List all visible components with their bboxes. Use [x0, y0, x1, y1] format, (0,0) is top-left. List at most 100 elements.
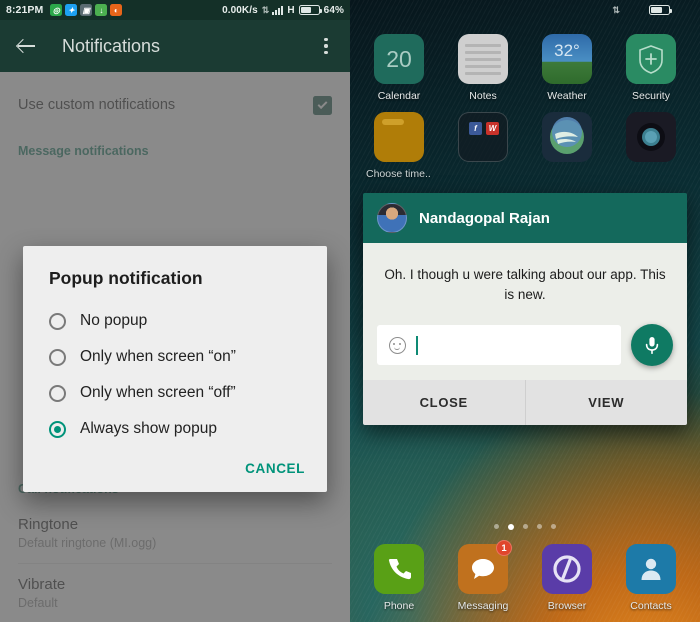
weather-icon: 32° — [542, 34, 592, 84]
dock-contacts[interactable]: Contacts — [612, 544, 690, 612]
avatar — [377, 203, 407, 233]
settings-content: Use custom notifications Message notific… — [0, 72, 350, 622]
radio-always-show[interactable] — [49, 420, 66, 438]
dock-browser[interactable]: Browser — [528, 544, 606, 612]
app-weather[interactable]: 32° Weather — [528, 34, 606, 102]
app-notes[interactable]: Notes — [444, 34, 522, 102]
popup-body: Oh. I though u were talking about our ap… — [363, 243, 687, 321]
speech-bubble-glyph — [472, 559, 494, 579]
status-time: 8:21PM — [6, 4, 44, 16]
option-no-popup[interactable]: No popup — [23, 303, 327, 339]
browser-swirl-glyph — [553, 555, 581, 583]
text-caret — [416, 335, 418, 355]
phone-icon — [374, 544, 424, 594]
data-transfer-icon: ⇅ — [612, 4, 619, 15]
page-title: Notifications — [62, 35, 161, 56]
person-glyph — [641, 558, 661, 580]
more-options-icon[interactable] — [316, 37, 336, 55]
option-screen-off-label: Only when screen “off” — [80, 384, 236, 401]
dock-phone[interactable]: Phone — [360, 544, 438, 612]
option-screen-on[interactable]: Only when screen “on” — [23, 339, 327, 375]
download-icon: ↓ — [95, 4, 108, 16]
radio-no-popup[interactable] — [49, 312, 66, 330]
option-always-show[interactable]: Always show popup — [23, 411, 327, 447]
app-label: Calendar — [377, 90, 421, 102]
contacts-icon — [626, 544, 676, 594]
dock-label: Browser — [547, 600, 587, 612]
message-text: Oh. I though u were talking about our ap… — [384, 267, 666, 302]
status-right-group: 0.00K/s ⇅ H 64% — [222, 5, 344, 16]
notes-icon — [458, 34, 508, 84]
dock-icon-wrap — [374, 544, 424, 594]
dialog-title: Popup notification — [49, 268, 203, 288]
folder-icon — [374, 112, 424, 162]
data-rate-label: 0.00K/s — [222, 4, 258, 16]
app-camera[interactable] — [612, 112, 690, 162]
popup-reply-row — [363, 320, 687, 381]
home-dock: Phone 1 Messaging Browser Contacts — [350, 530, 700, 622]
dialog-actions: CANCEL — [23, 447, 327, 486]
app-calendar[interactable]: 20 Calendar — [360, 34, 438, 102]
facebook-icon: f — [469, 122, 482, 135]
whatsapp-icon: ◎ — [50, 4, 63, 16]
app-security[interactable]: Security — [612, 34, 690, 102]
dock-icon-wrap — [542, 544, 592, 594]
social-folder-icon: f W — [458, 112, 508, 162]
popup-header: Nandagopal Rajan — [363, 193, 687, 243]
status-notification-icons: ◎ ✦ ▣ ↓ ◐ — [50, 4, 123, 16]
camera-lens-glyph — [637, 123, 665, 151]
calendar-date-label: 20 — [386, 45, 412, 72]
option-always-show-label: Always show popup — [80, 420, 217, 437]
dock-messaging[interactable]: 1 Messaging — [444, 540, 522, 612]
option-no-popup-label: No popup — [80, 312, 148, 329]
app-social-folder[interactable]: f W — [444, 112, 522, 162]
right-phone-screen: 8:17PM ◎ ✦ ✆ ▣ ↓ ◐ 0.00K/s ⇅ E 65% — [350, 0, 700, 622]
left-phone-screen: 8:21PM ◎ ✦ ▣ ↓ ◐ 0.00K/s ⇅ H 64% Notific… — [0, 0, 350, 622]
page-dot[interactable] — [537, 524, 542, 529]
dock-label: Contacts — [630, 600, 672, 612]
page-dot[interactable] — [494, 524, 499, 529]
dock-icon-wrap — [626, 544, 676, 594]
security-shield-icon — [626, 34, 676, 84]
option-screen-off[interactable]: Only when screen “off” — [23, 375, 327, 411]
radio-screen-on[interactable] — [49, 348, 66, 366]
reply-input[interactable] — [377, 325, 621, 366]
cancel-button[interactable]: CANCEL — [245, 461, 305, 476]
popup-actions: CLOSE VIEW — [363, 380, 688, 426]
app-folder[interactable] — [360, 112, 438, 162]
weather-temp-label: 32° — [554, 41, 580, 60]
microphone-icon — [645, 337, 659, 355]
voice-record-button[interactable] — [631, 324, 673, 367]
app-swiftkey[interactable] — [528, 112, 606, 162]
app-row-1: 20 Calendar Notes 32° Weather Security — [350, 20, 700, 102]
left-status-bar: 8:21PM ◎ ✦ ▣ ↓ ◐ 0.00K/s ⇅ H 64% — [0, 0, 350, 20]
phone-handset-glyph — [388, 558, 411, 580]
app-icon: ▣ — [80, 4, 93, 16]
page-dot[interactable] — [551, 524, 556, 529]
swiftkey-icon — [542, 112, 592, 162]
sender-name: Nandagopal Rajan — [419, 209, 550, 227]
option-screen-on-label: Only when screen “on” — [80, 348, 236, 365]
app-label: Security — [632, 90, 670, 102]
widget-label: Choose time.. — [366, 168, 431, 180]
dock-label: Messaging — [457, 600, 509, 612]
page-indicator — [350, 516, 700, 530]
emoji-icon[interactable] — [389, 336, 406, 354]
camera-icon — [626, 112, 676, 162]
calendar-icon: 20 — [374, 34, 424, 84]
popup-notification-dialog: Popup notification No popup Only when sc… — [23, 246, 327, 492]
twitter-icon: ✦ — [65, 4, 78, 16]
app-row-2: f W — [350, 102, 700, 162]
browser-icon — [542, 544, 592, 594]
signal-bars-icon — [272, 5, 284, 15]
app-label: Weather — [547, 90, 587, 102]
close-button[interactable]: CLOSE — [363, 380, 525, 425]
network-type-label: H — [287, 4, 295, 16]
battery-icon — [298, 5, 323, 15]
page-dot[interactable] — [523, 524, 528, 529]
dock-label: Phone — [383, 600, 415, 612]
view-button[interactable]: VIEW — [524, 380, 688, 426]
radio-screen-off[interactable] — [49, 384, 66, 402]
dock-icon-wrap: 1 — [458, 540, 512, 594]
back-arrow-icon[interactable] — [14, 33, 40, 59]
